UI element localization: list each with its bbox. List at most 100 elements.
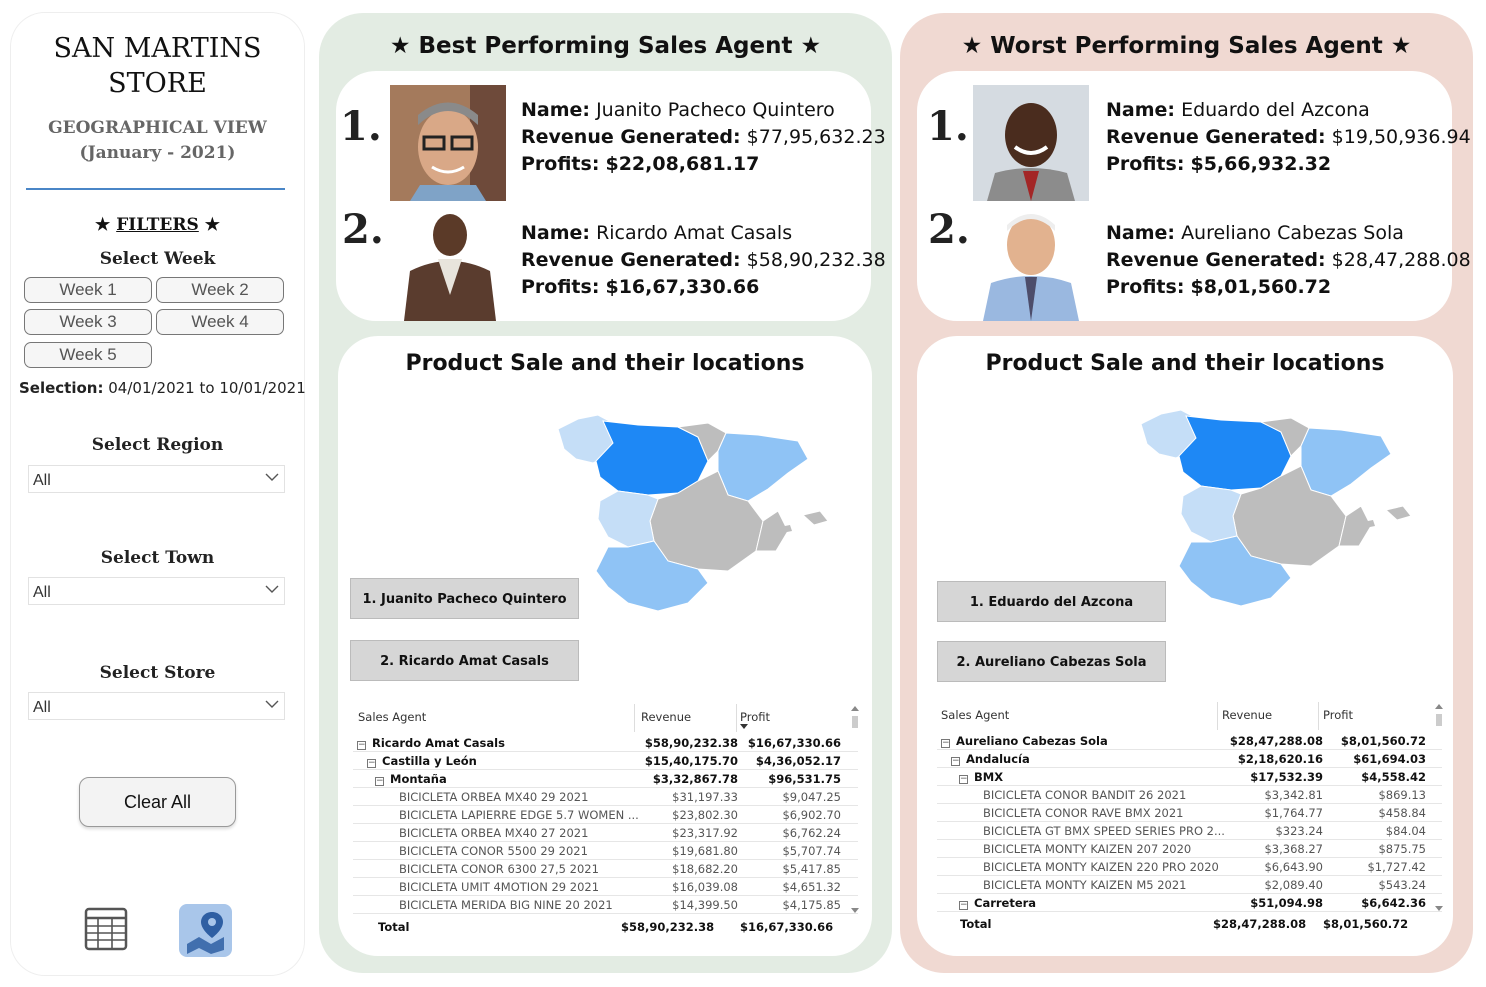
table-row[interactable]: − Carretera $51,094.98 $6,642.36 xyxy=(937,894,1442,912)
agent-photo-image xyxy=(973,85,1089,201)
row-label: BICICLETA MONTY KAIZEN 220 PRO 2020 xyxy=(983,860,1219,874)
row-revenue: $23,317.92 xyxy=(672,826,738,840)
row-profit: $5,707.74 xyxy=(782,844,841,858)
table-row[interactable]: BICICLETA LAPIERRE EDGE 5.7 WOMEN ... $23… xyxy=(353,806,858,824)
agent-name: Eduardo del Azcona xyxy=(1181,99,1370,121)
collapse-icon[interactable]: − xyxy=(951,757,960,766)
collapse-icon[interactable]: − xyxy=(375,777,384,786)
row-label-text: Aureliano Cabezas Sola xyxy=(956,734,1108,748)
week-4-button[interactable]: Week 4 xyxy=(156,309,284,335)
table-row[interactable]: BICICLETA CONOR BANDIT 26 2021 $3,342.81 $… xyxy=(937,786,1442,804)
table-row[interactable]: BICICLETA CONOR RAVE BMX 2021 $1,764.77 $4… xyxy=(937,804,1442,822)
row-revenue: $14,399.50 xyxy=(672,898,738,912)
row-revenue: $19,681.80 xyxy=(672,844,738,858)
row-label-text: BICICLETA CONOR BANDIT 26 2021 xyxy=(983,788,1187,802)
row-label: − Ricardo Amat Casals xyxy=(357,736,505,750)
rank-number: 1. xyxy=(927,103,969,150)
table-row[interactable]: BICICLETA MERIDA BIG NINE 20 2021 $14,399… xyxy=(353,896,858,914)
table-row[interactable]: − Ricardo Amat Casals $58,90,232.38 $16,67,… xyxy=(353,734,858,752)
table-row[interactable]: BICICLETA MONTY KAIZEN 207 2020 $3,368.27… xyxy=(937,840,1442,858)
row-label-text: Montaña xyxy=(390,772,447,786)
store-dropdown[interactable]: All xyxy=(28,692,285,720)
table-row[interactable]: BICICLETA CONOR 6300 27,5 2021 $18,682.20… xyxy=(353,860,858,878)
collapse-icon[interactable]: − xyxy=(357,741,366,750)
row-revenue: $3,368.27 xyxy=(1264,842,1323,856)
agent-2-button[interactable]: 2. Ricardo Amat Casals xyxy=(350,640,579,681)
table-row[interactable]: − Aureliano Cabezas Sola $28,47,288.08 $8,0… xyxy=(937,732,1442,750)
row-revenue: $18,682.20 xyxy=(672,862,738,876)
header-sales-agent[interactable]: Sales Agent xyxy=(358,710,426,724)
collapse-icon[interactable]: − xyxy=(941,739,950,748)
agent-photo xyxy=(973,85,1089,201)
table-row[interactable]: − BMX $17,532.39 $4,558.42 xyxy=(937,768,1442,786)
agent-1-button[interactable]: 1. Eduardo del Azcona xyxy=(937,581,1166,622)
table-scrollbar[interactable] xyxy=(851,704,859,918)
table-row[interactable]: − Montaña $3,32,867.78 $96,531.75 xyxy=(353,770,858,788)
row-profit: $4,651.32 xyxy=(782,880,841,894)
agent-2-button[interactable]: 2. Aureliano Cabezas Sola xyxy=(937,641,1166,682)
name-label: Name: xyxy=(521,99,591,121)
rank-number: 2. xyxy=(928,206,970,253)
table-row[interactable]: BICICLETA ORBEA MX40 29 2021 $31,197.33 $9… xyxy=(353,788,858,806)
row-revenue: $58,90,232.38 xyxy=(644,736,738,750)
row-label-text: BICICLETA ORBEA MX40 29 2021 xyxy=(399,790,589,804)
row-label: − Castilla y León xyxy=(367,754,477,768)
total-row: Total $28,47,288.08 $8,01,560.72 xyxy=(937,915,1442,933)
header-revenue[interactable]: Revenue xyxy=(641,710,691,724)
store-title: SAN MARTINS STORE xyxy=(11,31,304,101)
row-label-text: Castilla y León xyxy=(382,754,477,768)
row-revenue: $3,32,867.78 xyxy=(652,772,738,786)
agent-name: Ricardo Amat Casals xyxy=(596,222,793,244)
profits-label: Profits: xyxy=(1106,153,1185,175)
table-row[interactable]: BICICLETA ORBEA MX40 27 2021 $23,317.92 $6… xyxy=(353,824,858,842)
row-label-text: BICICLETA MERIDA BIG NINE 20 2021 xyxy=(399,898,613,912)
region-dropdown[interactable]: All xyxy=(28,465,285,493)
spain-map[interactable] xyxy=(1141,406,1421,616)
row-label-text: BICICLETA MONTY KAIZEN M5 2021 xyxy=(983,878,1187,892)
view-subtitle-line2: (January - 2021) xyxy=(79,143,236,163)
row-label-text: BICICLETA LAPIERRE EDGE 5.7 WOMEN ... xyxy=(399,808,639,822)
select-town-label: Select Town xyxy=(100,548,215,568)
worst-panel-title: ★ Worst Performing Sales Agent ★ xyxy=(961,33,1412,59)
header-profit[interactable]: Profit xyxy=(740,710,770,724)
table-row[interactable]: − Andalucía $2,18,620.16 $61,694.03 xyxy=(937,750,1442,768)
row-profit: $9,047.25 xyxy=(782,790,841,804)
table-row[interactable]: − Castilla y León $15,40,175.70 $4,36,052.1… xyxy=(353,752,858,770)
table-scrollbar[interactable] xyxy=(1435,702,1443,916)
clear-all-button[interactable]: Clear All xyxy=(79,777,236,827)
week-3-button[interactable]: Week 3 xyxy=(24,309,152,335)
map-title: Product Sale and their locations xyxy=(985,351,1385,376)
table-row[interactable]: BICICLETA GT BMX SPEED SERIES PRO 2... $3… xyxy=(937,822,1442,840)
collapse-icon[interactable]: − xyxy=(959,901,968,910)
collapse-icon[interactable]: − xyxy=(367,759,376,768)
agent-info: Name: Juanito Pacheco Quintero Revenue G… xyxy=(521,97,886,178)
row-label: BICICLETA CONOR RAVE BMX 2021 xyxy=(983,806,1184,820)
agent-info: Name: Aureliano Cabezas Sola Revenue Gen… xyxy=(1106,220,1471,301)
row-profit: $875.75 xyxy=(1378,842,1426,856)
week-2-button[interactable]: Week 2 xyxy=(156,277,284,303)
agent-1-button[interactable]: 1. Juanito Pacheco Quintero xyxy=(350,578,579,619)
week-5-button[interactable]: Week 5 xyxy=(24,342,152,368)
table-view-icon[interactable] xyxy=(84,907,128,951)
sidebar: SAN MARTINS STORE GEOGRAPHICAL VIEW (Jan… xyxy=(11,13,306,975)
town-dropdown[interactable]: All xyxy=(28,577,285,605)
table-row[interactable]: BICICLETA CONOR 5500 29 2021 $19,681.80 $5… xyxy=(353,842,858,860)
table-row[interactable]: BICICLETA UMIT 4MOTION 29 2021 $16,039.08… xyxy=(353,878,858,896)
row-revenue: $31,197.33 xyxy=(672,790,738,804)
worst-agents-card: 1. Name: Eduardo del Azcona Revenue Gene… xyxy=(917,71,1471,321)
header-revenue[interactable]: Revenue xyxy=(1222,708,1272,722)
map-view-button[interactable] xyxy=(179,904,232,957)
header-sales-agent[interactable]: Sales Agent xyxy=(941,708,1009,722)
row-label-text: BMX xyxy=(974,770,1004,784)
collapse-icon[interactable]: − xyxy=(959,775,968,784)
row-label: BICICLETA LAPIERRE EDGE 5.7 WOMEN ... xyxy=(399,808,639,822)
best-panel-title: ★ Best Performing Sales Agent ★ xyxy=(389,33,822,59)
selection-label: Selection: xyxy=(19,379,104,397)
week-1-button[interactable]: Week 1 xyxy=(24,277,152,303)
table-row[interactable]: BICICLETA MONTY KAIZEN 220 PRO 2020 $6,64… xyxy=(937,858,1442,876)
header-profit[interactable]: Profit xyxy=(1323,708,1353,722)
row-profit: $4,175.85 xyxy=(782,898,841,912)
spain-map[interactable] xyxy=(558,411,838,621)
agent-revenue: $58,90,232.38 xyxy=(746,249,886,271)
table-row[interactable]: BICICLETA MONTY KAIZEN M5 2021 $2,089.40 $… xyxy=(937,876,1442,894)
